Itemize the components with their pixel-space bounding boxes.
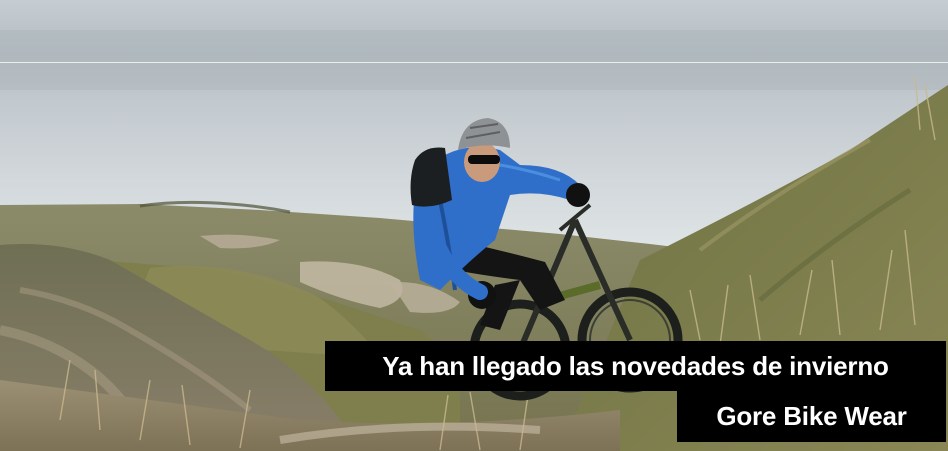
horizontal-divider: [0, 62, 948, 63]
headline-caption: Ya han llegado las novedades de invierno: [325, 341, 946, 391]
brand-caption: Gore Bike Wear: [677, 391, 946, 442]
promo-banner[interactable]: Ya han llegado las novedades de invierno…: [0, 0, 948, 451]
